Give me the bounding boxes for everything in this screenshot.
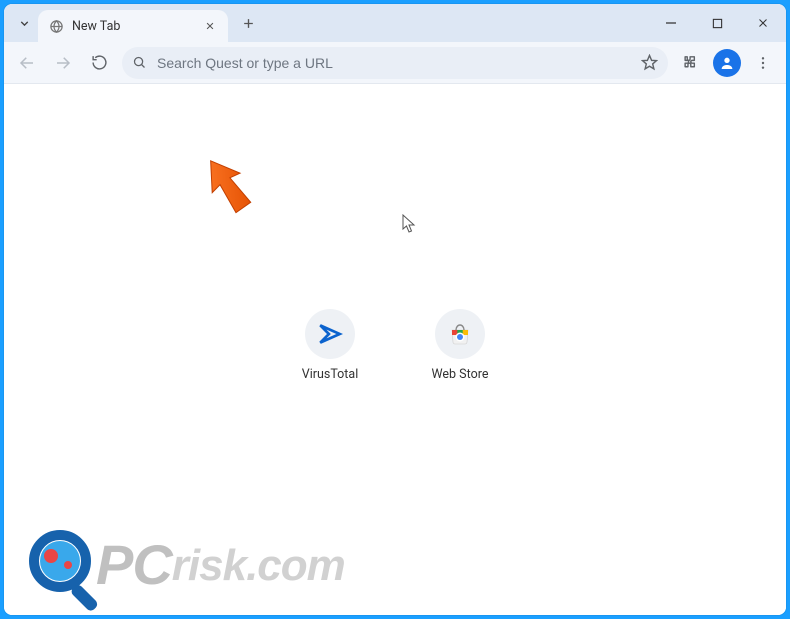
minimize-icon	[665, 17, 677, 29]
close-icon	[205, 21, 215, 31]
kebab-icon	[755, 55, 771, 71]
puzzle-icon	[683, 54, 700, 71]
back-button[interactable]	[10, 46, 44, 80]
omnibox[interactable]	[122, 47, 668, 79]
star-icon	[641, 54, 658, 71]
bookmark-button[interactable]	[641, 54, 658, 71]
menu-button[interactable]	[746, 46, 780, 80]
tab-close-button[interactable]	[202, 18, 218, 34]
webstore-icon	[448, 322, 472, 346]
close-icon	[757, 17, 769, 29]
shortcut-grid: VirusTotal Web Store	[290, 309, 500, 382]
shortcut-bubble	[435, 309, 485, 359]
chevron-down-icon	[18, 17, 31, 30]
cursor-icon	[402, 214, 418, 234]
extensions-button[interactable]	[674, 46, 708, 80]
tab-search-button[interactable]	[10, 9, 38, 37]
search-icon	[132, 55, 147, 70]
reload-button[interactable]	[82, 46, 116, 80]
watermark: PCrisk.com	[26, 527, 345, 603]
annotation-arrow-icon	[194, 152, 264, 222]
plus-icon	[242, 17, 255, 30]
maximize-button[interactable]	[694, 4, 740, 42]
shortcut-virustotal[interactable]: VirusTotal	[290, 309, 370, 382]
browser-tab[interactable]: New Tab	[38, 10, 228, 42]
shortcut-bubble	[305, 309, 355, 359]
new-tab-page: VirusTotal Web Store	[4, 84, 786, 615]
watermark-text: PCrisk.com	[96, 537, 345, 593]
window-controls	[648, 4, 786, 42]
shortcut-webstore[interactable]: Web Store	[420, 309, 500, 382]
new-tab-button[interactable]	[234, 9, 262, 37]
magnifier-icon	[26, 527, 102, 603]
arrow-right-icon	[54, 54, 72, 72]
tab-strip: New Tab	[4, 4, 786, 42]
reload-icon	[91, 54, 108, 71]
person-icon	[719, 55, 735, 71]
browser-window: New Tab	[4, 4, 786, 615]
arrow-left-icon	[18, 54, 36, 72]
minimize-button[interactable]	[648, 4, 694, 42]
shortcut-label: Web Store	[432, 367, 489, 382]
profile-button[interactable]	[713, 49, 741, 77]
window-close-button[interactable]	[740, 4, 786, 42]
tab-title: New Tab	[72, 19, 194, 34]
watermark-text-secondary: risk.com	[172, 541, 345, 590]
forward-button[interactable]	[46, 46, 80, 80]
toolbar	[4, 42, 786, 84]
virustotal-icon	[317, 321, 343, 347]
maximize-icon	[712, 18, 723, 29]
shortcut-label: VirusTotal	[302, 367, 359, 382]
globe-icon	[48, 18, 64, 34]
address-input[interactable]	[157, 55, 631, 71]
